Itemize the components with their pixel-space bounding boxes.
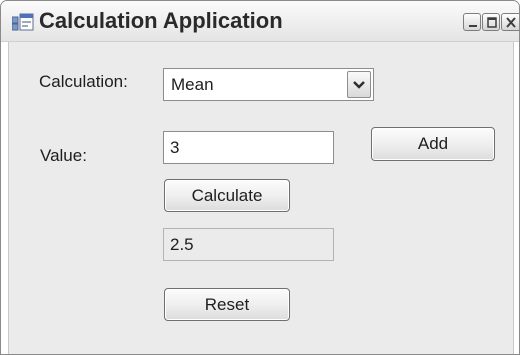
- calculation-selected-value: Mean: [171, 75, 214, 94]
- value-input[interactable]: [164, 132, 333, 163]
- window-title: Calculation Application: [39, 8, 283, 33]
- app-window-icon: [11, 13, 34, 31]
- calculation-label: Calculation:: [39, 72, 128, 91]
- app-window: Calculation Application Calculation: Mea…: [0, 0, 520, 355]
- value-field[interactable]: [163, 131, 334, 164]
- chevron-down-icon[interactable]: [347, 71, 371, 98]
- minimize-icon[interactable]: [463, 13, 481, 31]
- add-button[interactable]: Add: [371, 127, 495, 161]
- title-bar[interactable]: Calculation Application: [1, 1, 519, 42]
- result-output: [164, 229, 333, 260]
- close-icon[interactable]: [501, 13, 519, 31]
- calculate-button[interactable]: Calculate: [164, 179, 290, 212]
- result-field: [163, 228, 334, 261]
- maximize-icon[interactable]: [482, 13, 500, 31]
- calculation-select[interactable]: Mean: [163, 68, 374, 101]
- reset-button[interactable]: Reset: [164, 288, 290, 321]
- value-label: Value:: [40, 146, 87, 165]
- client-area: Calculation: Mean Value: Add Calculate R…: [8, 42, 514, 354]
